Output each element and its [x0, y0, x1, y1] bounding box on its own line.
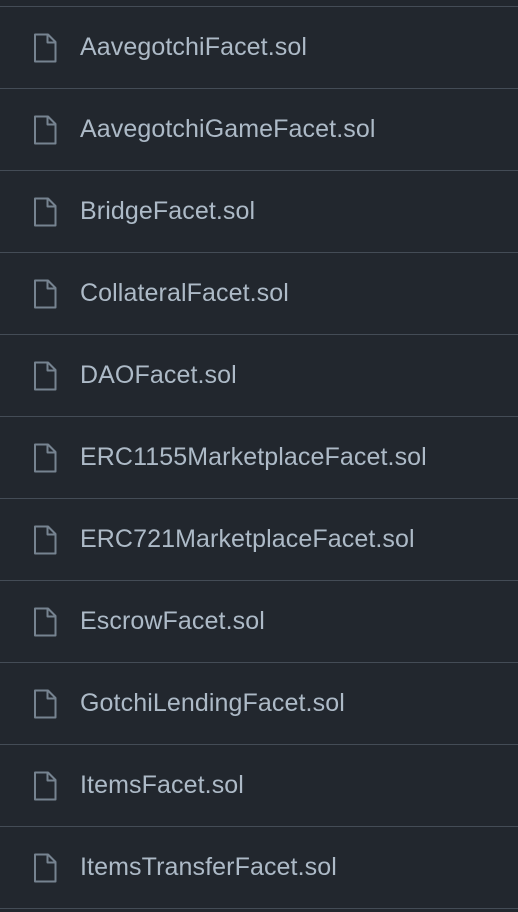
file-name[interactable]: ERC721MarketplaceFacet.sol [80, 525, 415, 554]
file-name[interactable]: DAOFacet.sol [80, 361, 237, 390]
file-row[interactable]: ERC721MarketplaceFacet.sol [0, 499, 518, 581]
file-name[interactable]: ItemsTransferFacet.sol [80, 853, 337, 882]
file-list: AavegotchiFacet.sol AavegotchiGameFacet.… [0, 6, 518, 912]
file-name[interactable]: CollateralFacet.sol [80, 279, 289, 308]
file-name[interactable]: AavegotchiFacet.sol [80, 33, 307, 62]
file-name[interactable]: ItemsFacet.sol [80, 771, 244, 800]
file-name[interactable]: AavegotchiGameFacet.sol [80, 115, 376, 144]
file-row[interactable]: ItemsFacet.sol [0, 745, 518, 827]
file-row[interactable]: EscrowFacet.sol [0, 581, 518, 663]
file-row[interactable]: ERC1155MarketplaceFacet.sol [0, 417, 518, 499]
file-icon [32, 525, 58, 555]
file-name[interactable]: EscrowFacet.sol [80, 607, 265, 636]
file-row[interactable]: GotchiLendingFacet.sol [0, 663, 518, 745]
file-row[interactable]: BridgeFacet.sol [0, 171, 518, 253]
file-icon [32, 607, 58, 637]
file-icon [32, 443, 58, 473]
file-icon [32, 197, 58, 227]
file-row[interactable]: ItemsTransferFacet.sol [0, 827, 518, 909]
file-row[interactable]: AavegotchiGameFacet.sol [0, 89, 518, 171]
file-icon [32, 279, 58, 309]
file-icon [32, 361, 58, 391]
file-name[interactable]: ERC1155MarketplaceFacet.sol [80, 443, 427, 472]
file-icon [32, 33, 58, 63]
file-row[interactable]: CollateralFacet.sol [0, 253, 518, 335]
file-icon [32, 689, 58, 719]
file-row[interactable]: DAOFacet.sol [0, 335, 518, 417]
file-icon [32, 771, 58, 801]
file-name[interactable]: GotchiLendingFacet.sol [80, 689, 345, 718]
file-icon [32, 115, 58, 145]
file-icon [32, 853, 58, 883]
file-name[interactable]: BridgeFacet.sol [80, 197, 255, 226]
file-row[interactable]: AavegotchiFacet.sol [0, 7, 518, 89]
